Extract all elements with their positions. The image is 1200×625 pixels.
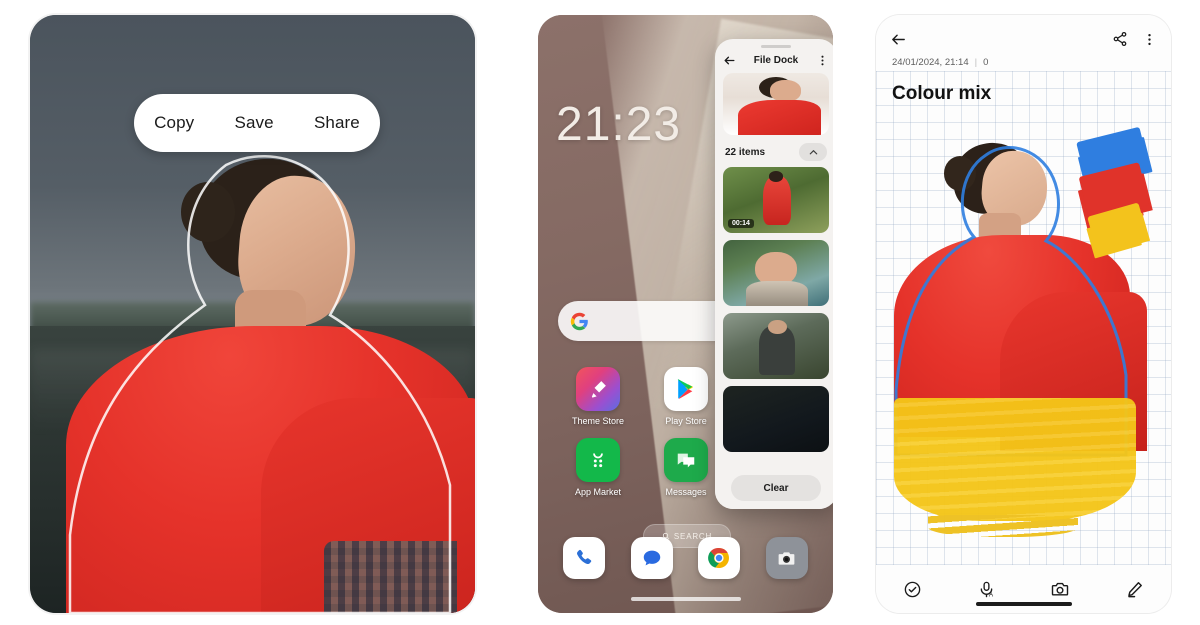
- subject-hair-bun: [181, 182, 235, 243]
- marker-scribble-yellow-wash: [893, 397, 1136, 538]
- back-arrow-icon[interactable]: [723, 54, 736, 67]
- dock-messages[interactable]: [630, 537, 673, 579]
- item-count-label: 22 items: [725, 146, 766, 158]
- app-market-icon: [576, 438, 620, 482]
- play-store-icon: [664, 367, 708, 411]
- gesture-home-bar: [630, 597, 741, 601]
- panel-photo-cutout: Copy Save Share: [30, 15, 475, 613]
- app-play-store[interactable]: Play Store: [646, 367, 726, 426]
- share-icon[interactable]: [1112, 31, 1128, 47]
- three-panel-showcase: Copy Save Share 21:23 Theme Store Play S…: [0, 0, 1200, 625]
- app-theme-store[interactable]: Theme Store: [558, 367, 638, 426]
- chevron-up-icon: [809, 149, 817, 154]
- svg-text:A: A: [989, 591, 994, 598]
- app-label: Messages: [665, 487, 707, 497]
- check-circle-icon: [904, 581, 921, 597]
- messages-icon: [664, 438, 708, 482]
- draw-button[interactable]: [1125, 580, 1144, 599]
- dock-camera[interactable]: [765, 537, 808, 579]
- camera-icon: [1052, 582, 1069, 596]
- app-messages[interactable]: Messages: [646, 438, 726, 497]
- more-vertical-icon[interactable]: [1142, 32, 1157, 47]
- checklist-button[interactable]: [903, 580, 922, 599]
- bottom-dock: [538, 537, 833, 579]
- app-label: App Market: [574, 487, 622, 497]
- panel-home-screen: 21:23 Theme Store Play Store App Market …: [538, 15, 833, 613]
- thumbnail-item[interactable]: [723, 386, 829, 452]
- voice-input-icon: A: [980, 581, 994, 598]
- note-title: Colour mix: [892, 83, 992, 104]
- theme-store-icon: [576, 367, 620, 411]
- meta-separator: |: [974, 57, 978, 68]
- file-dock-count-row: 22 items: [715, 135, 833, 167]
- subject-plaid-skirt: [323, 541, 458, 613]
- pen-icon: [1127, 581, 1142, 597]
- dock-phone[interactable]: [563, 537, 606, 579]
- header-actions: [1112, 31, 1157, 47]
- panel-note-editor: 24/01/2024, 21:14 | 0 Colour mix A: [876, 15, 1171, 613]
- voice-input-button[interactable]: A: [977, 580, 996, 599]
- file-dock-sheet: File Dock 22 items 00:14 Clear: [715, 39, 833, 509]
- video-duration: 00:14: [728, 219, 754, 228]
- back-arrow-icon[interactable]: [890, 31, 907, 48]
- thumbnail-item[interactable]: 00:14: [723, 167, 829, 233]
- file-dock-title: File Dock: [753, 55, 799, 66]
- app-grid: Theme Store Play Store App Market Messag…: [558, 367, 738, 497]
- clear-button[interactable]: Clear: [731, 475, 821, 501]
- copy-button[interactable]: Copy: [154, 113, 194, 133]
- lockscreen-clock: 21:23: [556, 98, 682, 151]
- app-app-market[interactable]: App Market: [558, 438, 638, 497]
- note-timestamp: 24/01/2024, 21:14: [892, 57, 969, 68]
- share-button[interactable]: Share: [314, 113, 360, 133]
- dock-chrome[interactable]: [698, 537, 741, 579]
- file-dock-footer: Clear: [715, 467, 833, 509]
- note-word-count: 0: [983, 57, 989, 68]
- app-label: Play Store: [665, 416, 707, 426]
- cutout-action-pill: Copy Save Share: [134, 94, 380, 152]
- google-g-icon: [570, 312, 588, 330]
- file-dock-thumbnail-list[interactable]: 00:14: [715, 167, 833, 467]
- collapse-toggle[interactable]: [799, 143, 827, 161]
- file-dock-header: File Dock: [715, 48, 833, 71]
- more-vertical-icon[interactable]: [816, 54, 829, 67]
- file-dock-hero-preview[interactable]: [723, 73, 829, 135]
- camera-button[interactable]: [1050, 579, 1070, 599]
- note-artwork[interactable]: [876, 125, 1171, 565]
- thumbnail-item[interactable]: [723, 240, 829, 306]
- app-label: Theme Store: [571, 416, 625, 426]
- save-button[interactable]: Save: [235, 113, 274, 133]
- thumbnail-item[interactable]: [723, 313, 829, 379]
- gesture-home-bar: [975, 602, 1072, 606]
- note-meta: 24/01/2024, 21:14 | 0: [892, 57, 988, 68]
